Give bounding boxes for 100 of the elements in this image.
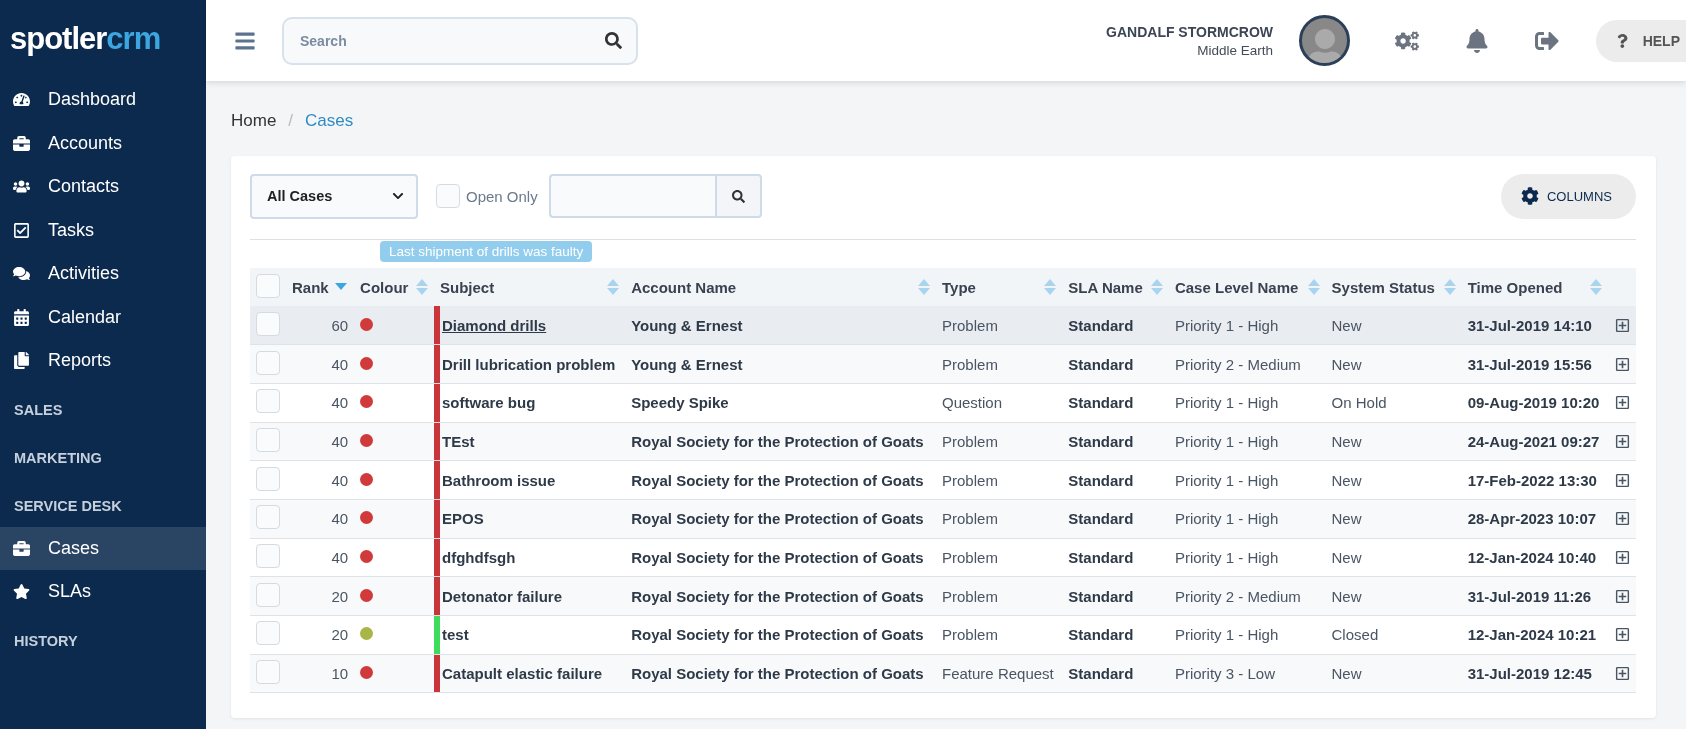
checkbox[interactable] [256, 389, 280, 414]
sort-icon[interactable] [607, 279, 620, 295]
rank-cell: 20 [331, 587, 349, 605]
checkbox[interactable] [256, 427, 280, 452]
sidebar-item[interactable]: Accounts [0, 121, 206, 165]
expand-icon[interactable] [1614, 588, 1630, 604]
search-field[interactable]: Search [282, 16, 638, 65]
user-name: GANDALF STORMCROW [1106, 23, 1273, 40]
sidebar-item-label: Reports [48, 350, 112, 372]
documents-icon [13, 352, 30, 370]
subject-link[interactable]: Detonator failure [442, 587, 563, 605]
rank-cell: 10 [331, 665, 349, 683]
subject-link[interactable]: test [442, 626, 469, 644]
expand-icon[interactable] [1614, 395, 1630, 411]
filter-field[interactable] [548, 174, 715, 218]
search-icon[interactable] [605, 32, 622, 49]
checkbox[interactable] [256, 350, 280, 375]
sort-icon[interactable] [1044, 279, 1057, 295]
settings-icon[interactable] [1395, 28, 1419, 53]
breadcrumb-link[interactable]: Cases [305, 111, 354, 131]
sidebar-item-label: Dashboard [48, 89, 137, 111]
subject-link[interactable]: dfghdfsgh [442, 548, 516, 566]
sort-icon[interactable] [1590, 279, 1603, 295]
sort-icon[interactable] [918, 279, 930, 295]
column-header[interactable]: Case Level Name [1174, 278, 1299, 296]
checkbox[interactable] [256, 582, 280, 607]
checkbox[interactable] [436, 184, 460, 208]
column-header[interactable]: System Status [1331, 278, 1435, 296]
case-level-cell: Priority 1 - High [1174, 626, 1279, 644]
column-header[interactable]: Account Name [631, 278, 737, 296]
tooltip: Last shipment of drills was faulty [380, 241, 593, 262]
checkbox[interactable] [256, 273, 280, 298]
brand-logo[interactable]: spotlercrm [0, 0, 206, 78]
case-level-cell: Priority 1 - High [1174, 548, 1279, 566]
expand-icon[interactable] [1614, 666, 1630, 682]
checkbox[interactable] [256, 466, 280, 491]
expand-icon[interactable] [1614, 627, 1630, 643]
checkbox[interactable] [256, 311, 280, 336]
sort-icon[interactable] [1150, 279, 1163, 295]
sidebar-item[interactable]: Activities [0, 252, 206, 296]
sla-cell: Standard [1068, 548, 1134, 566]
bell-icon[interactable] [1465, 28, 1489, 53]
subject-link[interactable]: TEst [442, 432, 475, 450]
expand-icon[interactable] [1614, 433, 1630, 449]
subject-link[interactable]: Catapult elastic failure [442, 665, 603, 683]
expand-icon[interactable] [1614, 356, 1630, 372]
expand-icon[interactable] [1614, 511, 1630, 527]
checkbox[interactable] [256, 660, 280, 685]
case-level-cell: Priority 3 - Low [1174, 665, 1275, 683]
status-cell: New [1331, 471, 1362, 489]
sort-icon[interactable] [1307, 279, 1320, 295]
status-cell: On Hold [1331, 394, 1387, 412]
subject-link[interactable]: EPOS [442, 510, 484, 528]
avatar[interactable] [1299, 15, 1350, 66]
column-header[interactable]: Rank [292, 278, 329, 296]
view-dropdown[interactable]: All Cases [250, 173, 418, 219]
sidebar-item[interactable]: SLAs [0, 570, 206, 614]
sidebar-item[interactable]: Contacts [0, 165, 206, 209]
time-opened-cell: 12-Jan-2024 10:21 [1467, 626, 1597, 644]
account-cell: Royal Society for the Protection of Goats [631, 587, 924, 605]
checkbox[interactable] [256, 543, 280, 568]
checkbox-icon [13, 221, 30, 239]
expand-icon[interactable] [1614, 549, 1630, 565]
search-input[interactable]: Search [298, 31, 605, 50]
column-header[interactable]: Time Opened [1467, 278, 1563, 296]
star-icon [13, 583, 30, 601]
status-cell: New [1331, 587, 1362, 605]
rank-cell: 20 [331, 626, 349, 644]
breadcrumb-link[interactable]: Home [231, 111, 277, 131]
checkbox[interactable] [256, 505, 280, 530]
expand-icon[interactable] [1614, 472, 1630, 488]
columns-button[interactable]: COLUMNS [1501, 173, 1636, 219]
gear-icon [1521, 187, 1539, 205]
sort-descending-icon[interactable] [334, 283, 347, 291]
type-cell: Problem [942, 316, 998, 334]
checkbox[interactable] [256, 621, 280, 646]
column-header[interactable]: Type [942, 278, 976, 296]
sla-cell: Standard [1068, 432, 1134, 450]
calendar-icon [13, 308, 30, 326]
subject-link[interactable]: Drill lubrication problem [442, 355, 616, 373]
help-button[interactable]: HELP [1596, 19, 1686, 62]
sidebar-item[interactable]: Reports [0, 339, 206, 383]
sidebar-item[interactable]: Tasks [0, 208, 206, 252]
sidebar-item[interactable]: Dashboard [0, 78, 206, 122]
sort-icon[interactable] [416, 279, 428, 295]
search-button[interactable] [714, 174, 762, 218]
account-cell: Speedy Spike [631, 394, 729, 412]
expand-icon[interactable] [1614, 317, 1630, 333]
status-cell: New [1331, 548, 1362, 566]
account-cell: Royal Society for the Protection of Goats [631, 432, 924, 450]
subject-link[interactable]: software bug [442, 394, 536, 412]
sidebar-item[interactable]: Calendar [0, 295, 206, 339]
column-header[interactable]: Subject [440, 278, 495, 296]
subject-link[interactable]: Diamond drills [442, 316, 547, 334]
sort-icon[interactable] [1443, 279, 1456, 295]
sidebar-item[interactable]: Cases [0, 526, 206, 570]
column-header[interactable]: Colour [360, 278, 409, 296]
subject-link[interactable]: Bathroom issue [442, 471, 556, 489]
column-header[interactable]: SLA Name [1068, 278, 1143, 296]
chat-icon [13, 265, 30, 283]
